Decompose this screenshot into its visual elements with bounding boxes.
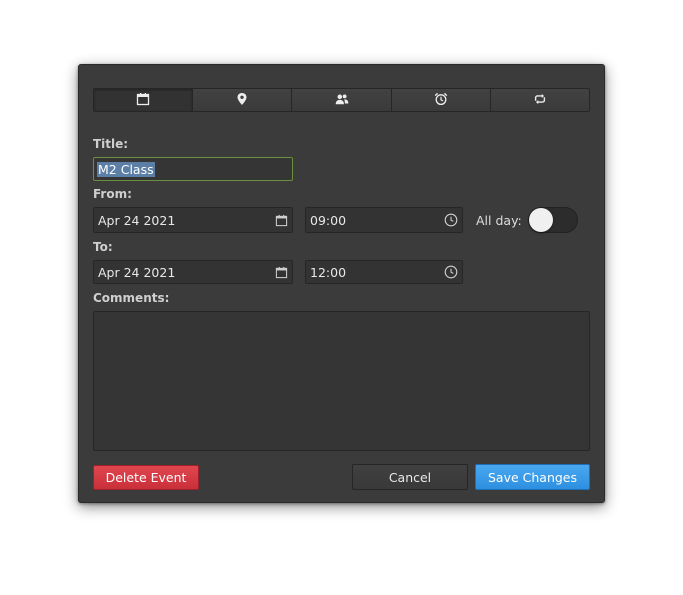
calendar-icon — [136, 92, 150, 109]
tab-attendees[interactable] — [292, 89, 392, 111]
title-input[interactable]: M2 Class — [93, 157, 293, 181]
title-input-value: M2 Class — [97, 161, 155, 177]
clock-icon[interactable] — [444, 213, 458, 227]
to-label: To: — [93, 240, 113, 254]
cancel-button[interactable]: Cancel — [352, 464, 468, 490]
alarm-clock-icon — [434, 92, 448, 109]
to-date-value: Apr 24 2021 — [98, 264, 176, 280]
from-date-picker[interactable]: Apr 24 2021 — [93, 207, 293, 233]
comments-label: Comments: — [93, 291, 170, 305]
tab-repeat[interactable] — [490, 89, 589, 111]
tab-location[interactable] — [193, 89, 293, 111]
to-date-picker[interactable]: Apr 24 2021 — [93, 260, 293, 284]
event-editor-dialog: Title: M2 Class From: Apr 24 2021 09:00 … — [78, 64, 605, 503]
to-time-picker[interactable]: 12:00 — [305, 260, 463, 284]
title-label: Title: — [93, 137, 129, 151]
event-tab-bar — [93, 88, 590, 112]
from-time-value: 09:00 — [310, 212, 347, 228]
delete-event-button[interactable]: Delete Event — [93, 465, 199, 490]
repeat-icon — [533, 92, 547, 109]
from-date-value: Apr 24 2021 — [98, 212, 176, 228]
all-day-switch[interactable] — [528, 207, 578, 233]
location-pin-icon — [235, 92, 249, 109]
tab-event-details[interactable] — [94, 89, 194, 111]
from-label: From: — [93, 187, 132, 201]
tab-reminders[interactable] — [391, 89, 491, 111]
calendar-icon[interactable] — [275, 266, 288, 279]
switch-knob — [529, 208, 553, 232]
clock-icon[interactable] — [444, 265, 458, 279]
calendar-icon[interactable] — [275, 214, 288, 227]
comments-textarea[interactable] — [93, 311, 590, 451]
all-day-label: All day: — [476, 213, 522, 228]
attendees-icon — [335, 92, 349, 109]
from-time-picker[interactable]: 09:00 — [305, 207, 463, 233]
save-changes-button[interactable]: Save Changes — [475, 464, 590, 490]
to-time-value: 12:00 — [310, 264, 347, 280]
